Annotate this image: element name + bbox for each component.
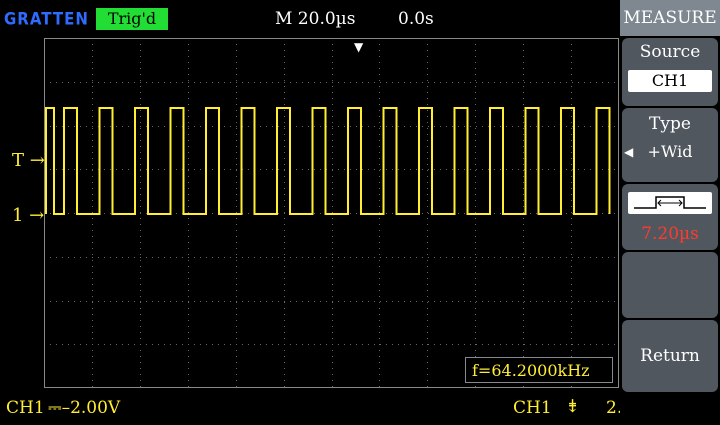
source-label: Source xyxy=(639,42,701,62)
positive-width-icon xyxy=(628,192,712,214)
measured-value: 7.20µs xyxy=(641,224,699,244)
return-button[interactable]: Return xyxy=(622,320,718,392)
brand-logo: GRATTEN xyxy=(4,9,89,29)
trigger-status-badge: Trig'd xyxy=(96,8,168,30)
source-menu-item[interactable]: Source CH1 xyxy=(622,38,718,106)
type-label: Type xyxy=(649,114,691,134)
measurement-menu-item[interactable]: 7.20µs xyxy=(622,184,718,250)
type-menu-item[interactable]: Type ◀ +Wid xyxy=(622,108,718,182)
source-value: CH1 xyxy=(628,70,712,92)
channel-label: CH1 xyxy=(6,398,45,418)
empty-menu-item xyxy=(622,252,718,318)
bottom-status-bar: CH1 ⎓–2.00V CH1 ⇟ 2.46V xyxy=(0,392,656,425)
frequency-readout: f=64.2000kHz xyxy=(465,357,613,383)
trigger-source-label: CH1 xyxy=(513,398,552,418)
ch1-trace xyxy=(45,107,611,215)
menu-title: MEASURE xyxy=(620,0,720,36)
waveform-graticule xyxy=(44,38,619,388)
measure-menu: MEASURE Source CH1 Type ◀ +Wid 7.20µs Re… xyxy=(620,0,720,425)
vertical-scale-readout: ⎓–2.00V xyxy=(48,398,121,418)
timebase-readout: M 20.0µs xyxy=(275,9,356,29)
channel1-ground-marker[interactable]: 1 → xyxy=(12,205,44,226)
return-label: Return xyxy=(640,346,700,366)
waveform-display xyxy=(44,38,619,388)
horizontal-delay-readout: 0.0s xyxy=(398,9,434,29)
type-value: ◀ +Wid xyxy=(622,140,718,164)
rising-edge-icon: ⇟ xyxy=(565,396,581,417)
top-status-bar: GRATTEN Trig'd M 20.0µs 0.0s xyxy=(0,0,620,36)
triangle-left-icon: ◀ xyxy=(624,145,634,159)
trigger-level-marker[interactable]: T → xyxy=(12,150,45,171)
